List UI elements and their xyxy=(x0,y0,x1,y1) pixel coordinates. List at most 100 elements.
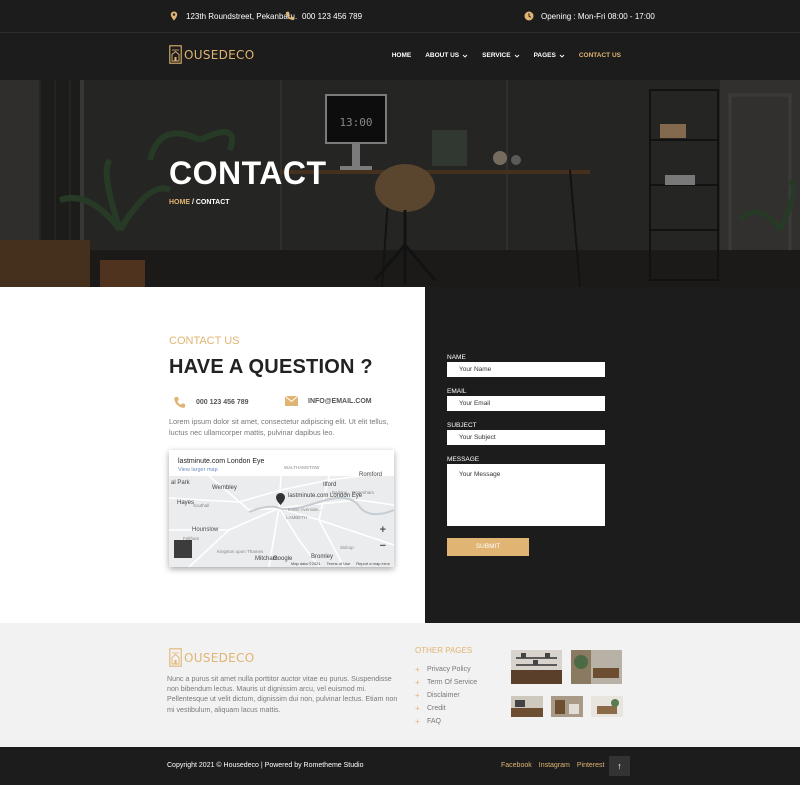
footer-link[interactable]: + Disclaimer xyxy=(415,689,477,702)
hours-text: Opening : Mon-Fri 08:00 - 17:00 xyxy=(541,11,655,21)
name-input[interactable]: Your Name xyxy=(447,362,605,377)
contact-email-text: INFO@EMAIL.COM xyxy=(308,397,372,405)
gallery-thumbnail[interactable] xyxy=(551,696,583,717)
map-zoom-in-button[interactable]: + xyxy=(380,524,386,536)
map-label: Southall xyxy=(193,503,210,508)
nav-about-label: ABOUT US xyxy=(425,52,460,59)
subject-input[interactable]: Your Subject xyxy=(447,430,605,445)
gallery-image xyxy=(571,650,622,684)
contact-email[interactable]: INFO@EMAIL.COM xyxy=(285,396,372,406)
map-pin-subtitle: Iconic riverside... xyxy=(288,507,322,512)
other-pages-list: + Privacy Policy + Term Of Service + Discla… xyxy=(415,663,477,728)
footer-link[interactable]: + Credit xyxy=(415,702,477,715)
opening-hours-info: Opening : Mon-Fri 08:00 - 17:00 xyxy=(524,11,655,21)
envelope-icon xyxy=(285,396,298,406)
nav-contact-label: CONTACT US xyxy=(578,52,621,59)
footer-link-label: Disclaimer xyxy=(427,692,460,699)
nav-service[interactable]: SERVICE xyxy=(475,52,526,59)
plus-icon: + xyxy=(415,665,420,674)
gallery-image xyxy=(591,696,623,717)
house-logo-icon xyxy=(169,648,182,667)
footer-link-label: Privacy Policy xyxy=(427,666,471,673)
top-info-bar: 123th Roundstreet, Pekanbaru. 000 123 45… xyxy=(0,0,800,33)
footer-link-label: Credit xyxy=(427,705,446,712)
map-pin-title: lastminute.com London Eye xyxy=(288,493,363,499)
breadcrumb: HOME / CONTACT xyxy=(169,199,230,206)
footer-link[interactable]: + FAQ xyxy=(415,715,477,728)
nav-pages-label: PAGES xyxy=(533,52,556,59)
message-label: MESSAGE xyxy=(447,456,480,463)
footer-logo-text: OUSEDECO xyxy=(184,650,255,665)
map-pin-icon[interactable] xyxy=(276,493,285,505)
bottom-bar: Copyright 2021 © Housedeco | Powered by … xyxy=(0,747,800,785)
breadcrumb-home-link[interactable]: HOME xyxy=(169,199,190,206)
gallery-thumbnail[interactable] xyxy=(571,650,622,684)
map-pin-icon xyxy=(170,11,178,21)
arrow-up-icon: ↑ xyxy=(617,761,622,771)
pinterest-link[interactable]: Pinterest xyxy=(577,762,605,769)
gallery-thumbnail[interactable] xyxy=(591,696,623,717)
site-logo[interactable]: OUSEDECO xyxy=(169,45,254,64)
footer-link[interactable]: + Privacy Policy xyxy=(415,663,477,676)
message-textarea[interactable]: Your Message xyxy=(447,464,605,526)
phone-info: 000 123 456 789 xyxy=(285,11,362,21)
office-background-image: 13:00 xyxy=(0,80,800,287)
map-label: Hayes xyxy=(177,500,195,506)
social-links: Facebook Instagram Pinterest xyxy=(501,762,605,769)
gallery-thumbnail[interactable] xyxy=(511,696,543,717)
plus-icon: + xyxy=(415,704,420,713)
map-attribution: Map data ©2021 Terms of Use Report a map… xyxy=(291,561,390,566)
nav-contact[interactable]: CONTACT US xyxy=(572,52,628,59)
chevron-down-icon xyxy=(462,54,468,58)
map-label: Hounslow xyxy=(192,527,219,533)
scroll-to-top-button[interactable]: ↑ xyxy=(609,756,630,776)
nav-home-label: HOME xyxy=(391,52,412,59)
nav-pages[interactable]: PAGES xyxy=(527,52,572,59)
nav-menu: HOME ABOUT US SERVICE PAGES CONTACT US xyxy=(385,52,628,59)
gallery-image xyxy=(551,696,583,717)
main-navbar: OUSEDECO HOME ABOUT US SERVICE PAGES CON… xyxy=(0,33,800,80)
facebook-link[interactable]: Facebook xyxy=(501,762,532,769)
map-place-name: lastminute.com London Eye xyxy=(178,458,265,465)
house-logo-icon xyxy=(169,45,182,64)
gallery-image xyxy=(511,650,562,684)
address-info: 123th Roundstreet, Pekanbaru. xyxy=(169,11,297,21)
instagram-link[interactable]: Instagram xyxy=(539,762,570,769)
map-label: al Park xyxy=(171,480,190,486)
contact-info-section: CONTACT US HAVE A QUESTION ? 000 123 456… xyxy=(0,287,425,623)
footer-link-label: FAQ xyxy=(427,718,442,725)
map-label: Wembley xyxy=(212,485,237,491)
chevron-down-icon xyxy=(514,54,519,58)
nav-service-label: SERVICE xyxy=(482,52,511,59)
hero-banner: 13:00 CONTACT HOME / CONTACT xyxy=(0,80,800,287)
plus-icon: + xyxy=(415,717,420,726)
embedded-map[interactable]: lastminute.com London Eye View larger ma… xyxy=(169,450,394,567)
nav-about[interactable]: ABOUT US xyxy=(418,52,475,59)
map-terms-link[interactable]: Terms of Use xyxy=(327,561,351,566)
submit-button[interactable]: SUBMIT xyxy=(447,538,529,556)
subject-label: SUBJECT xyxy=(447,422,477,429)
site-footer: OUSEDECO Nunc a purus sit amet nulla por… xyxy=(0,623,800,747)
map-label: LAMBETH xyxy=(286,515,308,520)
map-data-text: Map data ©2021 xyxy=(291,561,321,566)
map-zoom-out-button[interactable]: − xyxy=(380,540,386,552)
plus-icon: + xyxy=(415,678,420,687)
nav-home[interactable]: HOME xyxy=(385,52,419,59)
contact-phone[interactable]: 000 123 456 789 xyxy=(173,396,249,409)
other-pages-heading: OTHER PAGES xyxy=(415,646,473,655)
clock-icon xyxy=(524,11,534,21)
breadcrumb-current: CONTACT xyxy=(195,199,230,206)
gallery-thumbnail[interactable] xyxy=(511,650,562,684)
email-input[interactable]: Your Email xyxy=(447,396,605,411)
map-label: Sidcup xyxy=(340,545,354,550)
phone-icon xyxy=(174,397,186,408)
chevron-down-icon xyxy=(559,54,565,58)
section-heading: HAVE A QUESTION ? xyxy=(169,356,373,378)
footer-logo[interactable]: OUSEDECO xyxy=(169,648,254,667)
map-report-link[interactable]: Report a map error xyxy=(356,561,390,566)
copyright-text: Copyright 2021 © Housedeco | Powered by … xyxy=(167,762,364,769)
view-larger-map-link[interactable]: View larger map xyxy=(178,467,218,473)
page-title: CONTACT xyxy=(169,155,327,191)
phone-text: 000 123 456 789 xyxy=(302,11,363,21)
footer-link[interactable]: + Term Of Service xyxy=(415,676,477,689)
